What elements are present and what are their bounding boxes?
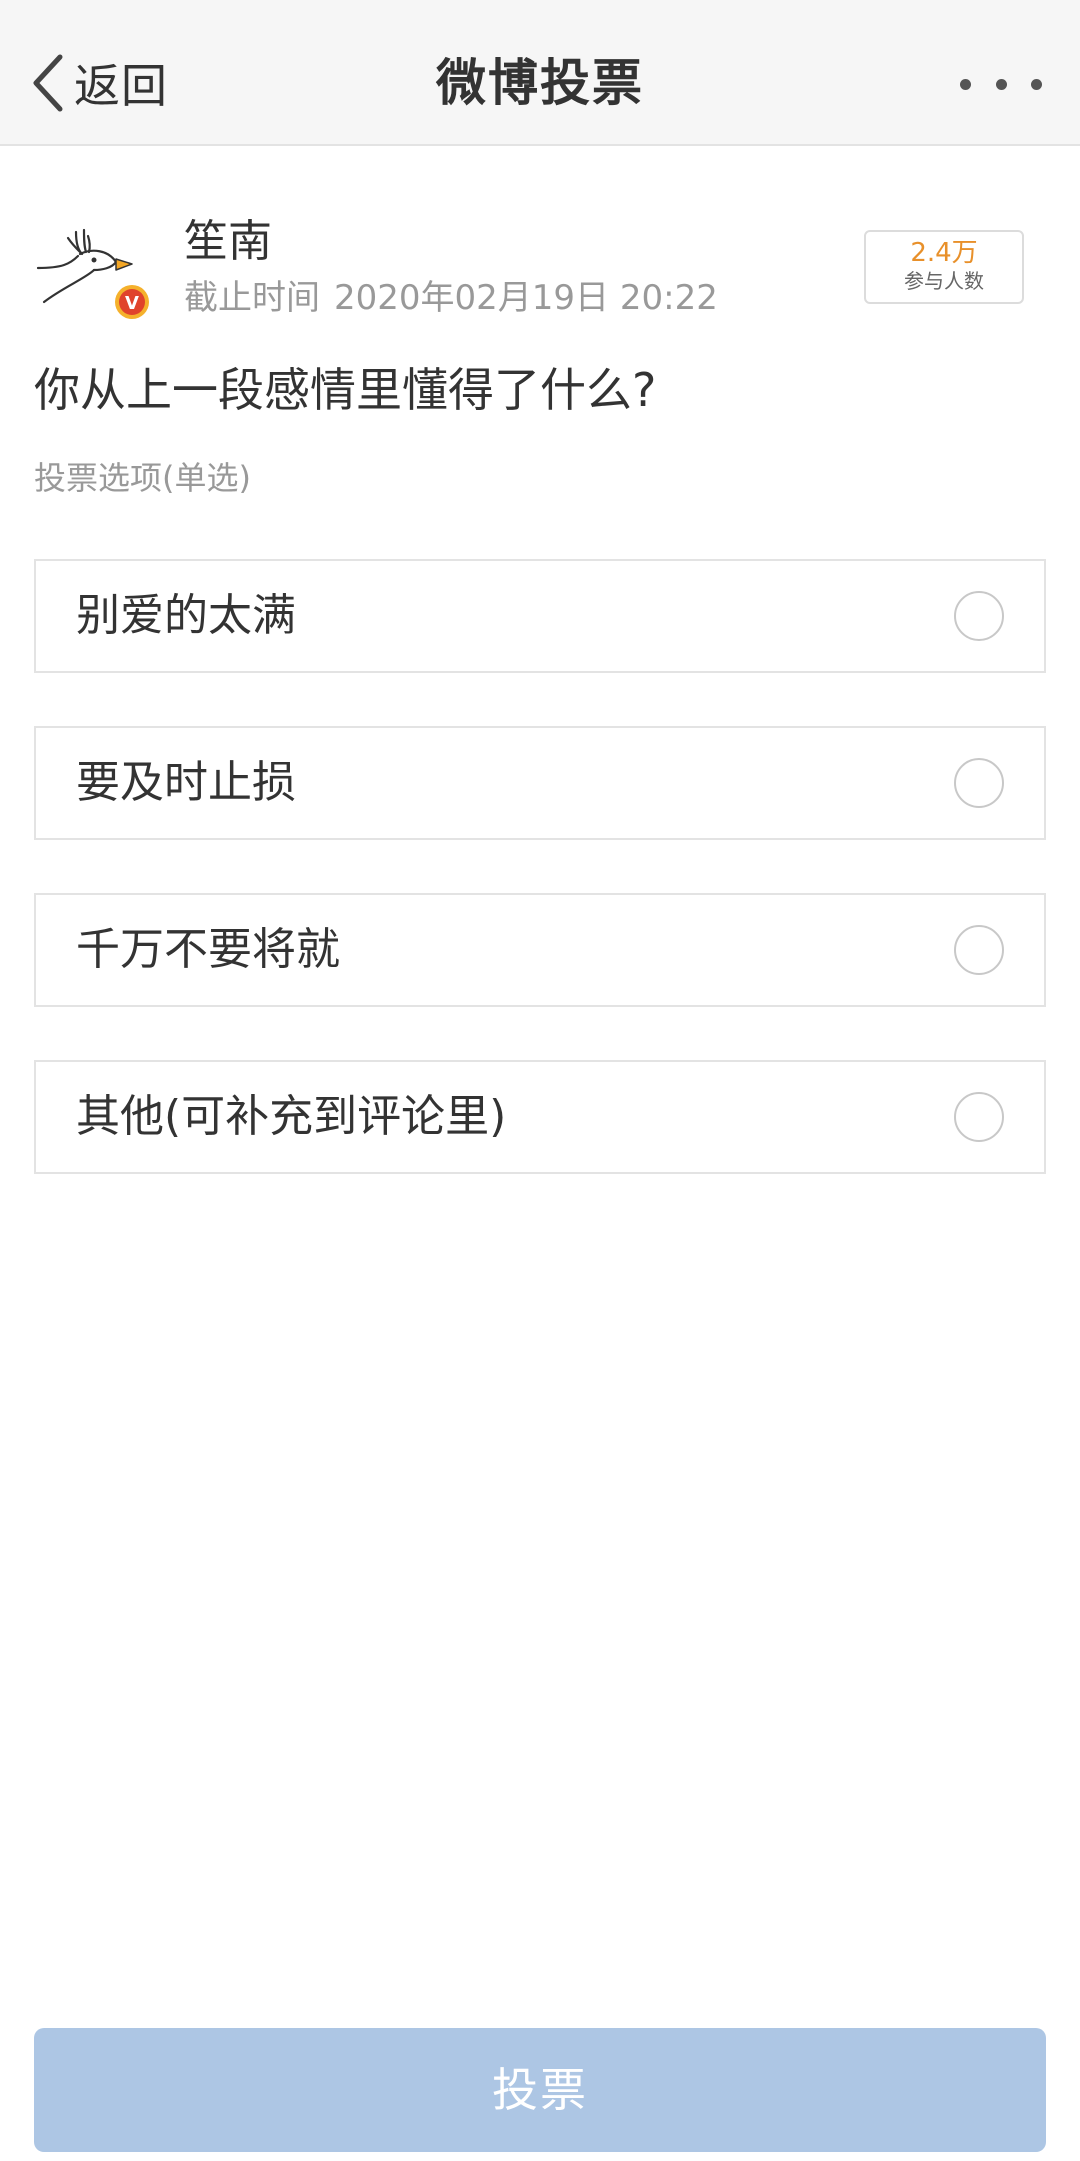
- avatar[interactable]: V: [32, 218, 152, 324]
- poll-option[interactable]: 千万不要将就: [34, 893, 1046, 1007]
- more-dots-icon: [960, 78, 971, 90]
- deadline: 截止时间 2020年02月19日 20:22: [184, 276, 718, 320]
- more-dots-icon: [1031, 78, 1042, 90]
- page-title: 微博投票: [436, 54, 644, 112]
- more-options-button[interactable]: [960, 64, 1042, 104]
- more-dots-icon: [995, 78, 1007, 90]
- deadline-label: 截止时间: [184, 278, 320, 318]
- vote-submit-button[interactable]: 投票: [34, 2028, 1046, 2152]
- radio-button[interactable]: [954, 758, 1004, 808]
- poll-option[interactable]: 要及时止损: [34, 726, 1046, 840]
- top-navigation-bar: 返回 微博投票: [0, 0, 1080, 146]
- poll-option-label: 千万不要将就: [76, 924, 340, 975]
- participant-count-label: 参与人数: [904, 269, 984, 293]
- poll-question: 你从上一段感情里懂得了什么?: [34, 363, 657, 417]
- verified-badge-text: V: [125, 293, 139, 314]
- poll-option-label: 要及时止损: [76, 757, 296, 808]
- poll-option-label: 其他(可补充到评论里): [76, 1091, 507, 1142]
- verified-badge: V: [115, 285, 149, 319]
- poll-option[interactable]: 其他(可补充到评论里): [34, 1060, 1046, 1174]
- poll-option-label: 别爱的太满: [76, 590, 296, 641]
- participant-count-box: 2.4万 参与人数: [864, 230, 1024, 304]
- author-name[interactable]: 笙南: [184, 214, 272, 270]
- participant-count: 2.4万: [910, 238, 978, 268]
- poll-option[interactable]: 别爱的太满: [34, 559, 1046, 673]
- radio-button[interactable]: [954, 1092, 1004, 1142]
- radio-button[interactable]: [954, 925, 1004, 975]
- radio-button[interactable]: [954, 591, 1004, 641]
- vote-type-label: 投票选项(单选): [34, 459, 251, 497]
- deadline-value: 2020年02月19日 20:22: [334, 278, 718, 318]
